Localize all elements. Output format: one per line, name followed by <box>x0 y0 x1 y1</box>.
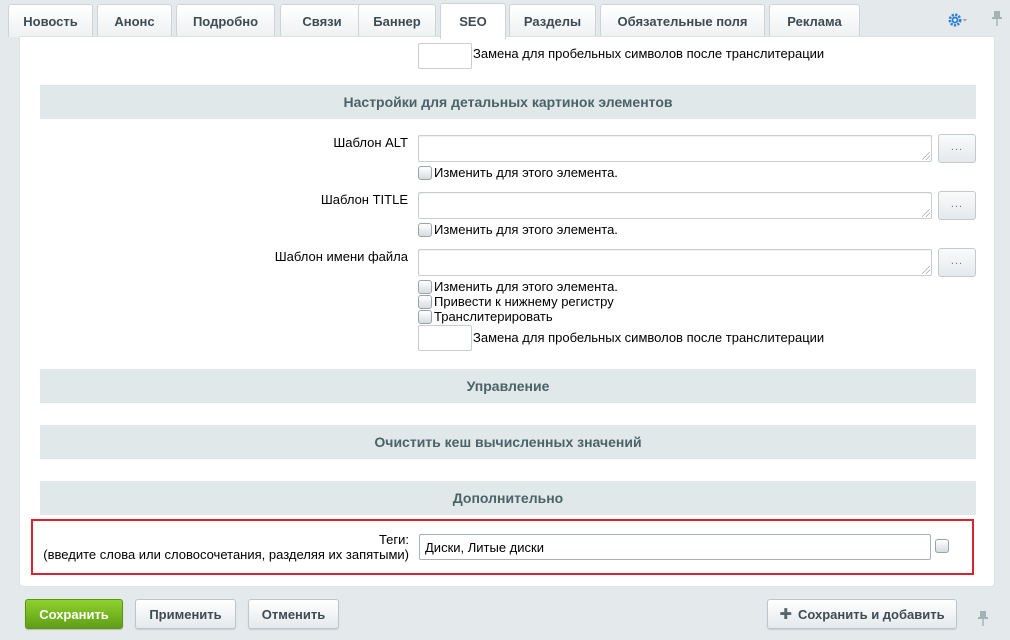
title-template-dots-button[interactable]: ... <box>938 191 976 220</box>
space-replace-input[interactable] <box>418 325 472 351</box>
alt-template-dots-button[interactable]: ... <box>938 134 976 163</box>
space-replace-label: Замена для пробельных символов после тра… <box>473 330 825 345</box>
tab-sections[interactable]: Разделы <box>509 4 596 37</box>
filename-change-label: Изменить для этого элемента. <box>434 279 618 294</box>
save-and-add-label: Сохранить и добавить <box>797 606 945 622</box>
pin-icon[interactable] <box>990 10 1004 28</box>
section-detail-pictures: Настройки для детальных картинок элемент… <box>40 85 976 119</box>
alt-change-label: Изменить для этого элемента. <box>434 165 618 180</box>
lowercase-checkbox[interactable] <box>418 294 432 309</box>
tags-checkbox[interactable] <box>935 539 949 553</box>
apply-button[interactable]: Применить <box>135 599 236 629</box>
title-template-label: Шаблон TITLE <box>320 192 408 207</box>
alt-change-checkbox[interactable] <box>418 165 432 180</box>
transliterate-label: Транслитерировать <box>434 309 553 324</box>
tags-label-title: Теги: <box>378 532 409 547</box>
chevron-down-icon <box>962 19 967 22</box>
resize-grip-icon[interactable] <box>922 152 930 160</box>
title-template-input[interactable] <box>418 192 932 219</box>
pin-icon[interactable] <box>976 610 990 628</box>
section-management[interactable]: Управление <box>40 369 976 403</box>
seo-settings-panel: Замена для пробельных символов после тра… <box>19 36 995 587</box>
tab-bar: Новость Анонс Подробно Связи Баннер SEO … <box>0 0 1010 39</box>
tab-seo[interactable]: SEO <box>440 3 506 39</box>
tab-advertising[interactable]: Реклама <box>769 4 860 37</box>
plus-icon: ✚ <box>779 606 792 623</box>
alt-change-row: Изменить для этого элемента. <box>418 165 618 180</box>
space-replace-label-top: Замена для пробельных символов после тра… <box>473 46 825 61</box>
filename-template-label: Шаблон имени файла <box>274 249 408 264</box>
section-clear-cache[interactable]: Очистить кеш вычисленных значений <box>40 425 976 459</box>
filename-template-dots-button[interactable]: ... <box>938 248 976 277</box>
space-replace-input-top[interactable] <box>418 43 472 69</box>
alt-template-label: Шаблон ALT <box>333 135 408 150</box>
filename-change-checkbox[interactable] <box>418 279 432 294</box>
tab-banner[interactable]: Баннер <box>358 4 436 37</box>
resize-grip-icon[interactable] <box>922 266 930 274</box>
filename-change-row: Изменить для этого элемента. <box>418 279 618 294</box>
tab-announce[interactable]: Анонс <box>97 4 172 37</box>
tags-label: Теги: (введите слова или словосочетания,… <box>43 532 409 562</box>
alt-template-input[interactable] <box>418 135 932 162</box>
resize-grip-icon[interactable] <box>922 209 930 217</box>
save-button[interactable]: Сохранить <box>25 599 123 629</box>
filename-template-input[interactable] <box>418 249 932 276</box>
tab-links[interactable]: Связи <box>280 4 364 37</box>
transliterate-row: Транслитерировать <box>418 309 553 324</box>
title-change-label: Изменить для этого элемента. <box>434 222 618 237</box>
tab-news[interactable]: Новость <box>8 4 93 37</box>
cancel-button[interactable]: Отменить <box>248 599 339 629</box>
lowercase-label: Привести к нижнему регистру <box>434 294 614 309</box>
tab-detail[interactable]: Подробно <box>176 4 275 37</box>
title-change-checkbox[interactable] <box>418 222 432 237</box>
gear-icon[interactable] <box>948 11 968 29</box>
lowercase-row: Привести к нижнему регистру <box>418 294 614 309</box>
title-change-row: Изменить для этого элемента. <box>418 222 618 237</box>
tags-label-hint: (введите слова или словосочетания, разде… <box>43 547 409 562</box>
tab-required-fields[interactable]: Обязательные поля <box>600 4 765 37</box>
transliterate-checkbox[interactable] <box>418 309 432 324</box>
tags-input[interactable] <box>419 534 931 560</box>
section-additional: Дополнительно <box>40 481 976 515</box>
save-and-add-button[interactable]: ✚ Сохранить и добавить <box>767 599 957 629</box>
